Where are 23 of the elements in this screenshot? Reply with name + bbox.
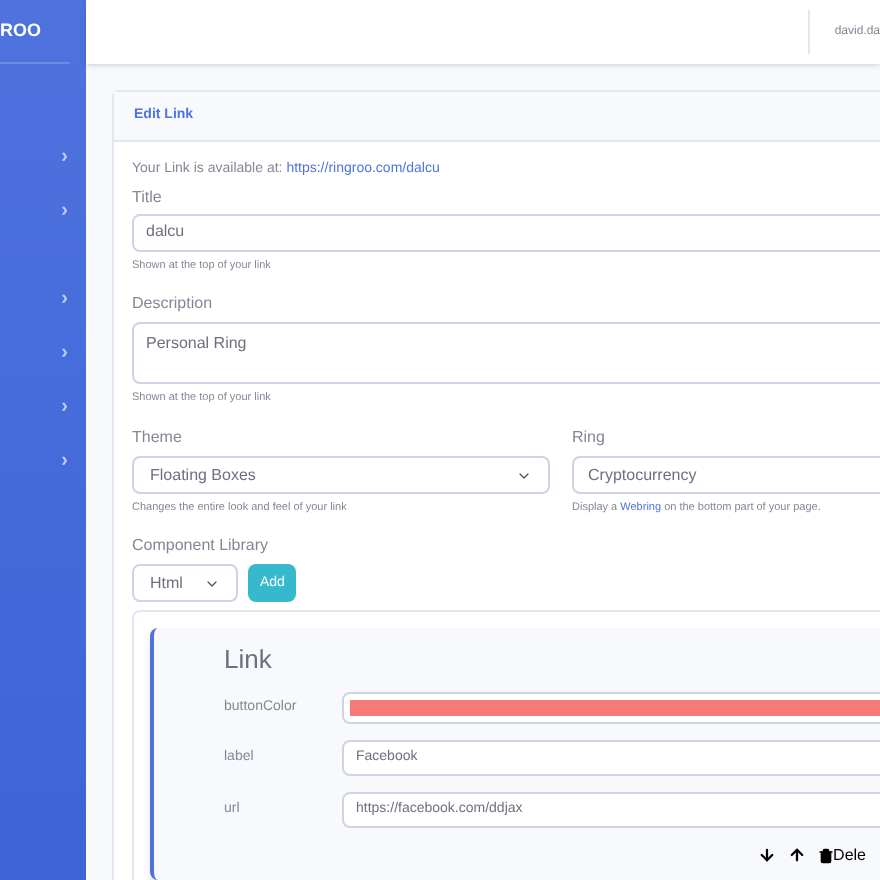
sidebar-item[interactable]: › [61,338,68,368]
sidebar-item[interactable]: › [61,196,68,226]
library-select[interactable]: Html [132,564,238,603]
field-label: Description [132,291,215,316]
sidebar-item[interactable]: › [61,446,68,476]
sidebar-item[interactable]: › [61,142,68,172]
color-field[interactable] [342,691,880,724]
arrow-up-icon[interactable] [787,846,806,865]
theme-select[interactable]: Floating Boxes [132,456,550,494]
field-label: Title [132,185,164,209]
sidebar-item[interactable]: › [61,284,68,314]
ring-field[interactable]: Cryptocurrency [572,456,880,494]
trash-icon [817,847,834,864]
field-label: Theme [132,426,184,450]
field-label: Component Library [132,534,271,559]
sidebar-item[interactable]: › [61,392,68,422]
field-label: Ring [572,426,607,450]
delete-button[interactable]: Dele [817,843,866,868]
title-field[interactable]: dalcu [132,213,880,251]
component-title: Link [224,642,274,679]
brand-logo: ROO [0,17,42,44]
arrow-down-icon[interactable] [757,846,776,865]
description-field[interactable]: Personal Ring [132,321,880,384]
